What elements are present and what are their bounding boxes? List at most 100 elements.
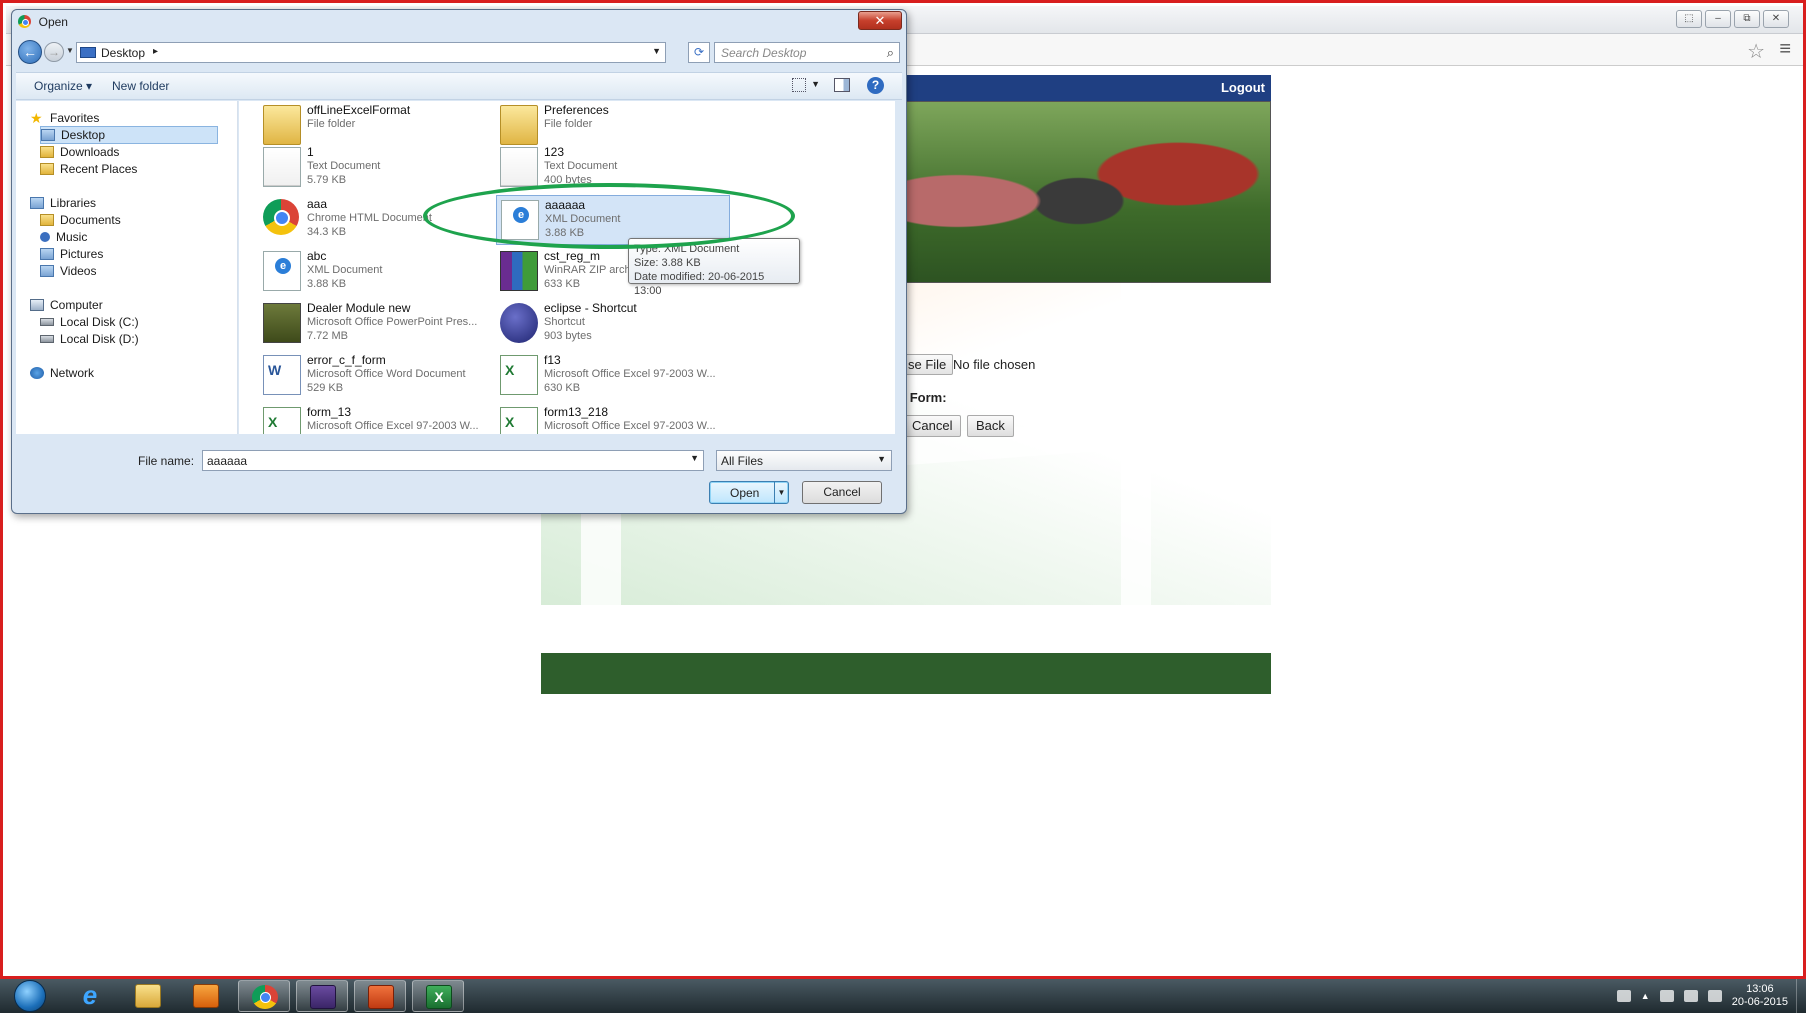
filter-dropdown-icon[interactable]: ▼ (877, 454, 886, 464)
show-hidden-icons-icon[interactable]: ▲ (1641, 991, 1650, 1001)
network-icon[interactable] (1683, 990, 1698, 1002)
nav-item-label: Videos (60, 264, 97, 278)
file-item-form-13[interactable]: form_13Microsoft Office Excel 97-2003 W.… (259, 403, 493, 434)
file-name-input[interactable]: aaaaaa ▼ (202, 450, 704, 471)
volume-muted-icon[interactable] (1707, 990, 1722, 1002)
rar-file-icon (500, 251, 538, 291)
nav-item-local-disk-c[interactable]: Local Disk (C:) (40, 313, 218, 331)
refresh-icon[interactable]: ⟳ (688, 42, 710, 63)
excel-icon: X (426, 985, 452, 1009)
chevron-right-icon[interactable]: ▸ (153, 46, 158, 57)
nav-item-network[interactable]: Network (30, 364, 218, 382)
file-item-error-c-f-form[interactable]: error_c_f_formMicrosoft Office Word Docu… (259, 351, 493, 401)
chrome-icon (18, 15, 31, 28)
file-item-form13-218[interactable]: form13_218Microsoft Office Excel 97-2003… (496, 403, 730, 434)
file-type: Microsoft Office Excel 97-2003 W... (544, 420, 716, 432)
taskbar-java-app[interactable] (296, 980, 348, 1012)
powerpoint-icon (368, 985, 394, 1009)
nav-item-videos[interactable]: Videos (40, 262, 218, 280)
file-type: Chrome HTML Document (307, 212, 432, 224)
media-player-icon (193, 984, 219, 1008)
start-button[interactable] (12, 979, 48, 1013)
file-size: 7.72 MB (307, 330, 348, 342)
organize-button[interactable]: Organize ▾ (34, 79, 92, 93)
show-desktop-button[interactable] (1796, 979, 1806, 1013)
search-input[interactable]: Search Desktop ⌕ (714, 42, 900, 63)
nav-item-desktop[interactable]: Desktop (40, 126, 218, 144)
file-item-dealer-module-new[interactable]: Dealer Module new Microsoft Office PowerP… (259, 299, 493, 349)
choose-file-button[interactable]: se File (901, 354, 954, 375)
page-cancel-button[interactable]: Cancel (903, 415, 962, 437)
desktop-icon (80, 47, 96, 58)
nav-item-label: Libraries (50, 196, 97, 210)
nav-item-downloads[interactable]: Downloads (40, 143, 218, 161)
help-icon[interactable]: ? (867, 77, 884, 94)
nav-item-libraries[interactable]: Libraries (30, 194, 218, 212)
address-dropdown-icon[interactable]: ▼ (652, 46, 661, 56)
file-name: f13 (544, 353, 561, 367)
folder-file-icon (263, 105, 301, 145)
file-item-f13[interactable]: f13Microsoft Office Excel 97-2003 W... 63… (496, 351, 730, 401)
file-item-eclipse-shortcut[interactable]: eclipse - Shortcut Shortcut 903 bytes (496, 299, 730, 349)
taskbar-media-player[interactable] (180, 980, 232, 1012)
forward-arrow-icon[interactable]: → (44, 42, 64, 62)
menu-icon[interactable]: ≡ (1779, 38, 1791, 61)
taskbar-excel[interactable]: X (412, 980, 464, 1012)
view-dropdown-icon[interactable]: ▼ (811, 79, 820, 89)
file-item-preferences[interactable]: Preferences File folder (496, 101, 730, 151)
new-folder-button[interactable]: New folder (112, 79, 169, 93)
bookmark-star-icon[interactable]: ☆ (1747, 39, 1765, 64)
action-center-flag-icon[interactable] (1659, 990, 1674, 1002)
file-name-dropdown-icon[interactable]: ▼ (690, 453, 699, 463)
file-type-filter[interactable]: All Files ▼ (716, 450, 892, 471)
file-size: 5.79 KB (307, 174, 347, 186)
search-icon[interactable]: ⌕ (887, 45, 894, 61)
nav-item-pictures[interactable]: Pictures (40, 245, 218, 263)
open-button[interactable]: Open ▼ (709, 481, 789, 504)
back-arrow-icon[interactable]: ← (18, 40, 42, 64)
file-size: 3.88 KB (307, 278, 347, 290)
nav-item-label: Desktop (61, 128, 106, 142)
restore-button[interactable]: ⧉ (1734, 10, 1760, 28)
address-bar[interactable]: Desktop ▸ ▼ (76, 42, 666, 63)
taskbar-powerpoint[interactable] (354, 980, 406, 1012)
nav-item-favorites[interactable]: ★ Favorites (30, 109, 218, 127)
nav-item-documents[interactable]: Documents (40, 211, 218, 229)
file-type: Shortcut (544, 316, 585, 328)
taskbar-internet-explorer[interactable]: e (64, 980, 116, 1012)
dialog-close-button[interactable]: ✕ (858, 11, 902, 30)
nav-item-recent-places[interactable]: Recent Places (40, 160, 218, 178)
preview-pane-icon[interactable] (834, 78, 850, 92)
file-size: 34.3 KB (307, 226, 347, 238)
dialog-cancel-button[interactable]: Cancel (802, 481, 882, 504)
java-app-icon (310, 985, 336, 1009)
folder-icon (40, 146, 54, 158)
internet-explorer-icon: e (82, 980, 98, 1010)
logout-link[interactable]: Logout (1221, 80, 1265, 95)
clock[interactable]: 13:06 20-06-2015 (1732, 983, 1788, 1009)
window-controls: ⬚ – ⧉ ✕ (1676, 10, 1789, 28)
nav-item-computer[interactable]: Computer (30, 296, 218, 314)
nav-item-music[interactable]: Music (40, 228, 218, 246)
recent-pages-dropdown-icon[interactable]: ▼ (66, 46, 74, 55)
word-file-icon (263, 355, 301, 395)
page-back-button[interactable]: Back (967, 415, 1014, 437)
page-header-bar: Logout (901, 75, 1271, 101)
open-split-dropdown-icon[interactable]: ▼ (774, 482, 788, 503)
nav-item-local-disk-d[interactable]: Local Disk (D:) (40, 330, 218, 348)
file-size: 529 KB (307, 382, 344, 394)
change-view-icon[interactable] (792, 78, 806, 92)
minimize-button[interactable]: – (1705, 10, 1731, 28)
taskbar-windows-explorer[interactable] (122, 980, 174, 1012)
excel-file-icon (500, 355, 538, 395)
user-icon[interactable]: ⬚ (1676, 10, 1702, 28)
nav-item-label: Network (50, 366, 95, 380)
keyboard-icon[interactable] (1616, 990, 1631, 1002)
taskbar-chrome[interactable] (238, 980, 290, 1012)
file-item-offlineexcelformat[interactable]: offLineExcelFormat File folder (259, 101, 493, 151)
file-item-abc[interactable]: abcXML Document 3.88 KB (259, 247, 493, 297)
file-name-label: File name: (138, 454, 195, 468)
excel-file-icon (500, 407, 538, 434)
folder-file-icon (500, 105, 538, 145)
close-window-button[interactable]: ✕ (1763, 10, 1789, 28)
